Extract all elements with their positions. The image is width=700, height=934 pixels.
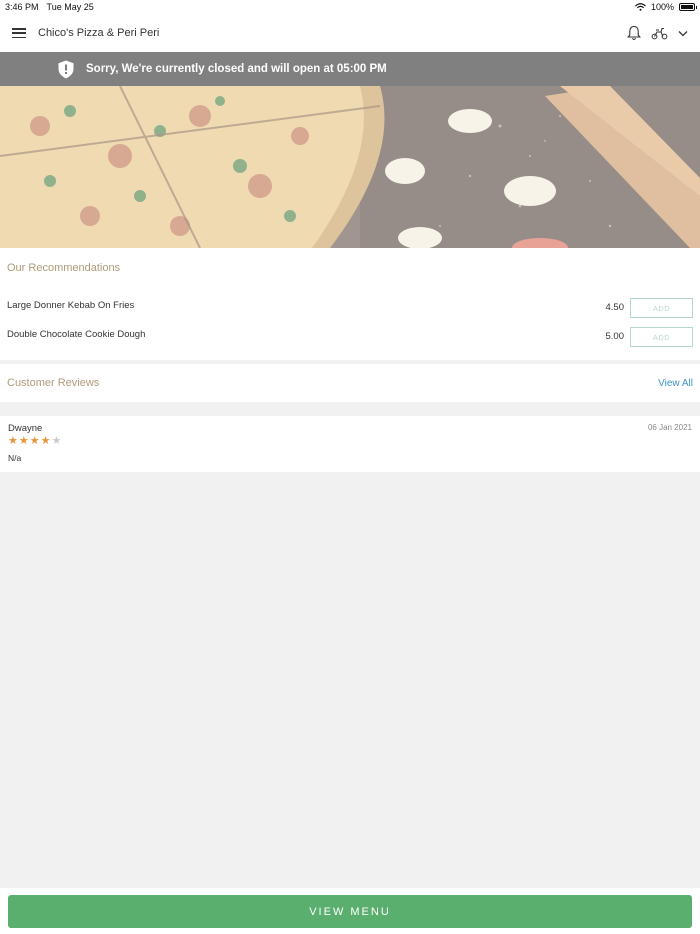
battery-percent: 100%: [650, 2, 674, 12]
recommendations-title: Our Recommendations: [7, 262, 121, 274]
review-card: Dwayne 06 Jan 2021 ★ ★ ★ ★ ★ N/a: [0, 416, 700, 472]
restaurant-title: Chico's Pizza & Peri Peri: [38, 27, 160, 39]
item-price: 4.50: [605, 302, 625, 313]
view-menu-button[interactable]: VIEW MENU: [8, 895, 692, 928]
app-header: Chico's Pizza & Peri Peri: [0, 14, 700, 52]
closed-banner: Sorry, We're currently closed and will o…: [0, 52, 700, 86]
wifi-icon: [635, 3, 646, 11]
review-date: 06 Jan 2021: [647, 423, 692, 432]
item-price: 5.00: [605, 331, 625, 342]
bell-icon[interactable]: [627, 25, 641, 41]
reviews-header: Customer Reviews View All: [0, 364, 700, 402]
star-empty-icon: ★: [51, 435, 62, 447]
status-date: Tue May 25: [46, 2, 94, 12]
add-button[interactable]: ADD: [630, 327, 693, 347]
review-comment: N/a: [8, 453, 22, 463]
status-time: 3:46 PM: [5, 2, 39, 12]
item-name: Large Donner Kebab On Fries: [7, 300, 135, 311]
delivery-scooter-icon[interactable]: [651, 27, 668, 40]
item-name: Double Chocolate Cookie Dough: [7, 329, 146, 340]
star-filled-icon: ★: [29, 435, 40, 447]
view-all-link[interactable]: View All: [658, 378, 693, 389]
star-filled-icon: ★: [8, 435, 18, 447]
star-filled-icon: ★: [18, 435, 29, 447]
closed-message: Sorry, We're currently closed and will o…: [86, 63, 387, 75]
status-bar: 3:46 PM Tue May 25 100%: [0, 0, 700, 14]
status-indicators: 100%: [635, 2, 697, 12]
star-filled-icon: ★: [40, 435, 51, 447]
recommendations-section: Our Recommendations Large Donner Kebab O…: [0, 248, 700, 360]
recommendation-item: Double Chocolate Cookie Dough 5.00 ADD: [0, 327, 700, 347]
shield-alert-icon: [58, 60, 74, 78]
reviewer-name: Dwayne: [8, 423, 43, 434]
star-rating: ★ ★ ★ ★ ★: [8, 436, 61, 447]
reviews-title: Customer Reviews: [7, 377, 100, 389]
header-actions: [627, 25, 688, 41]
bottom-bar: VIEW MENU: [0, 888, 700, 934]
add-button[interactable]: ADD: [630, 298, 693, 318]
menu-icon[interactable]: [12, 28, 26, 38]
battery-icon: [679, 3, 697, 11]
hero-image: [0, 86, 700, 248]
chevron-down-icon[interactable]: [678, 30, 688, 37]
recommendation-item: Large Donner Kebab On Fries 4.50 ADD: [0, 298, 700, 318]
